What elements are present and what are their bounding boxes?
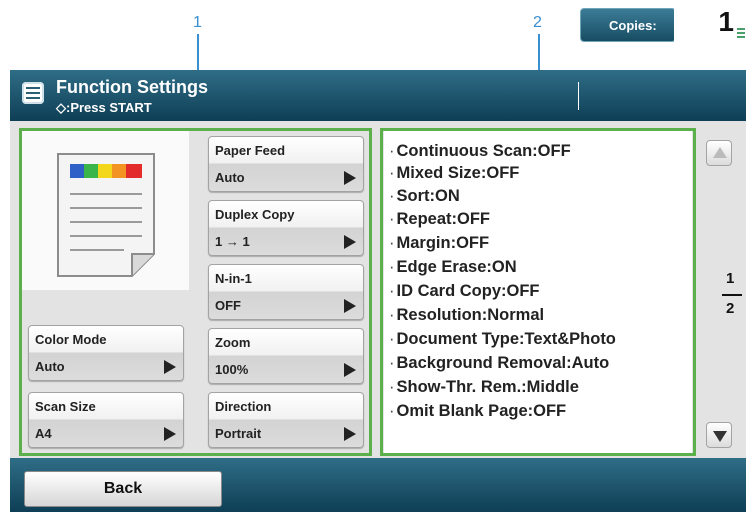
menu-icon[interactable] [22,82,44,104]
back-label: Back [103,480,143,497]
back-button[interactable]: Back [24,471,222,507]
scroll-column [700,130,746,454]
page-current: 1 [726,270,735,287]
page-title: Function Settings [56,77,208,97]
header-divider [578,82,579,110]
highlight-box-1 [19,128,372,456]
page-divider [722,294,742,296]
header-bar: Function Settings ◇:Press START [10,70,746,121]
start-hint: ◇:Press START [56,100,152,115]
scroll-down-button[interactable] [706,422,732,448]
callout-2: 2 [533,14,542,31]
callout-1: 1 [193,14,202,31]
page-total: 2 [726,300,735,317]
highlight-box-2 [380,128,696,456]
copies-label: Copies: [609,18,657,33]
arrow-up-icon [713,147,727,158]
scroll-up-button[interactable] [706,140,732,166]
copies-value: 1 [718,6,734,37]
arrow-down-icon [713,431,727,442]
keypad-icon [737,28,745,40]
copies-field[interactable]: 1 [674,6,746,44]
